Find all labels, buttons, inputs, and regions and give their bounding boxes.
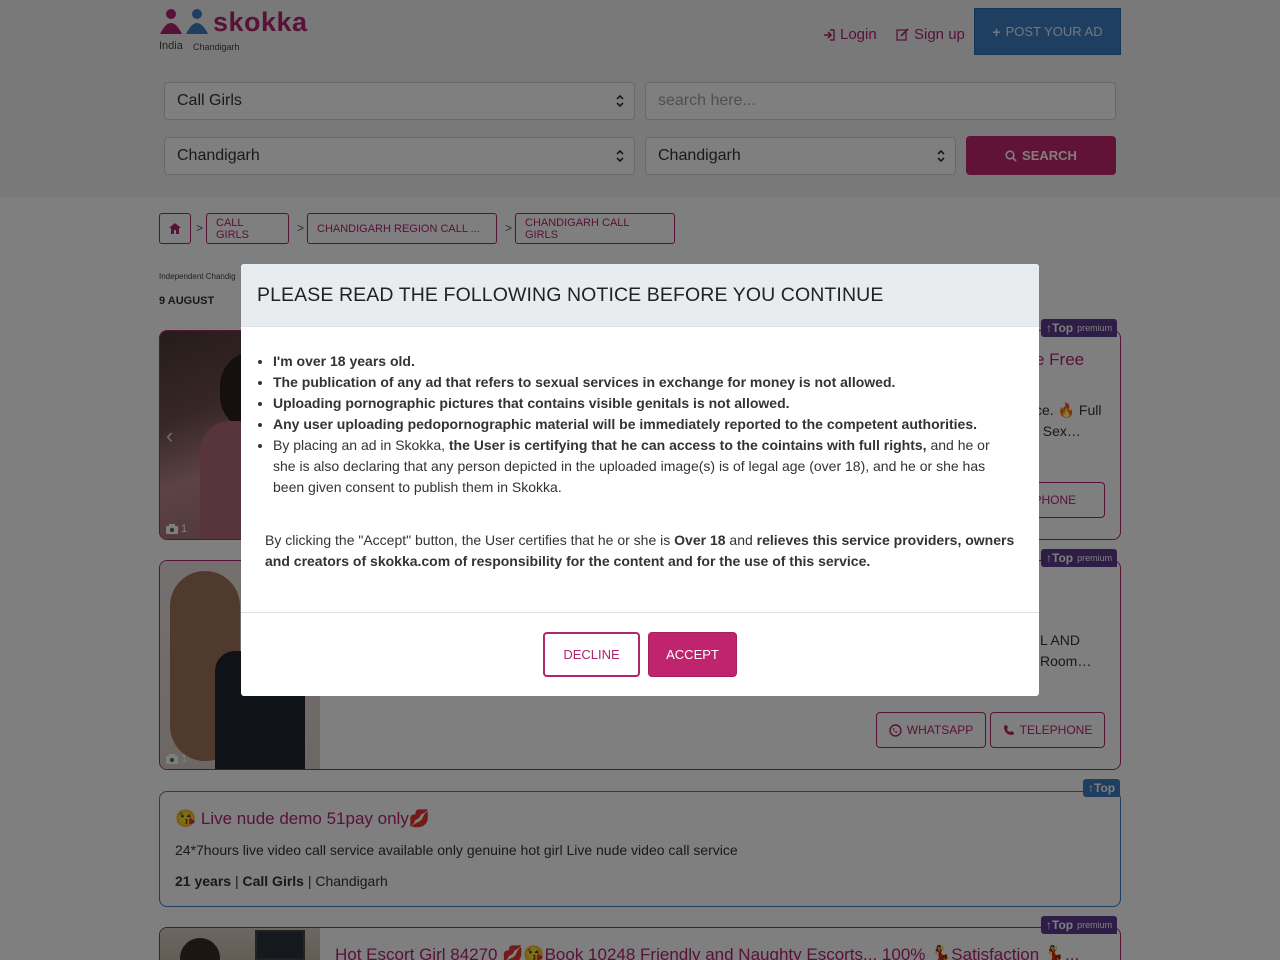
notice-list: I'm over 18 years old. The publication o… xyxy=(273,351,1013,498)
statement-text: By clicking the "Accept" button, the Use… xyxy=(265,532,675,548)
notice-item-text: The publication of any ad that refers to… xyxy=(273,374,896,390)
notice-item: The publication of any ad that refers to… xyxy=(273,372,1013,393)
notice-item-text: Any user uploading pedopornographic mate… xyxy=(273,416,977,432)
notice-item: Uploading pornographic pictures that con… xyxy=(273,393,1013,414)
accept-statement: By clicking the "Accept" button, the Use… xyxy=(265,530,1021,572)
modal-footer xyxy=(241,612,1039,613)
notice-item-text: By placing an ad in Skokka, xyxy=(273,437,449,453)
accept-button[interactable]: ACCEPT xyxy=(648,632,737,677)
notice-item: Any user uploading pedopornographic mate… xyxy=(273,414,1013,435)
statement-bold: Over 18 xyxy=(674,532,726,548)
notice-item: By placing an ad in Skokka, the User is … xyxy=(273,435,1013,498)
modal-title: PLEASE READ THE FOLLOWING NOTICE BEFORE … xyxy=(257,284,884,306)
notice-item: I'm over 18 years old. xyxy=(273,351,1013,372)
notice-item-bold: the User is certifying that he can acces… xyxy=(448,437,927,453)
decline-button[interactable]: DECLINE xyxy=(543,632,640,677)
statement-text: and xyxy=(725,532,757,548)
age-notice-modal: PLEASE READ THE FOLLOWING NOTICE BEFORE … xyxy=(241,264,1039,696)
notice-item-text: Uploading pornographic pictures that con… xyxy=(273,395,790,411)
modal-header: PLEASE READ THE FOLLOWING NOTICE BEFORE … xyxy=(241,264,1039,327)
notice-item-text: I'm over 18 years old. xyxy=(273,353,415,369)
